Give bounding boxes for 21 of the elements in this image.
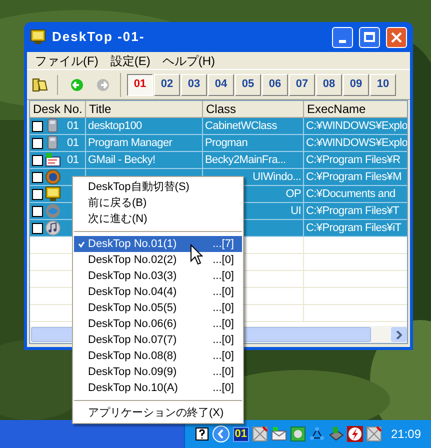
table-cell-text: Program Manager	[88, 136, 172, 151]
table-cell-text: OP	[286, 186, 301, 202]
window-title: DeskTop -01-	[52, 28, 146, 46]
table-cell-text: CabinetWClass	[205, 118, 277, 134]
table-cell-text: GMail - Becky!	[88, 152, 156, 168]
clock: 21:09	[390, 426, 421, 443]
table-cell-text: UIWindo...	[252, 170, 301, 185]
table-cell-text: 01	[67, 136, 79, 151]
table-cell-text: C:¥Program Files¥iT	[306, 220, 402, 236]
table-cell-text: C:¥Program Files¥M	[306, 170, 402, 185]
table-cell-text: Progman	[205, 136, 248, 151]
table-cell-text: 01	[67, 118, 79, 134]
table-cell-text: C:¥WINDOWS¥Explo	[306, 118, 407, 134]
table-cell-text: C:¥Documents and	[306, 186, 396, 202]
table-cell-text: C:¥Program Files¥R	[306, 152, 400, 168]
table-cell-text: Becky2MainFra...	[205, 152, 286, 168]
table-cell-text: desktop100	[88, 118, 142, 134]
table-cell-text: 01	[67, 152, 79, 168]
table-cell-text: UI	[290, 204, 301, 219]
table-cell-text: C:¥Program Files¥T	[306, 204, 400, 219]
table-cell-text: C:¥WINDOWS¥Explo	[306, 136, 407, 151]
